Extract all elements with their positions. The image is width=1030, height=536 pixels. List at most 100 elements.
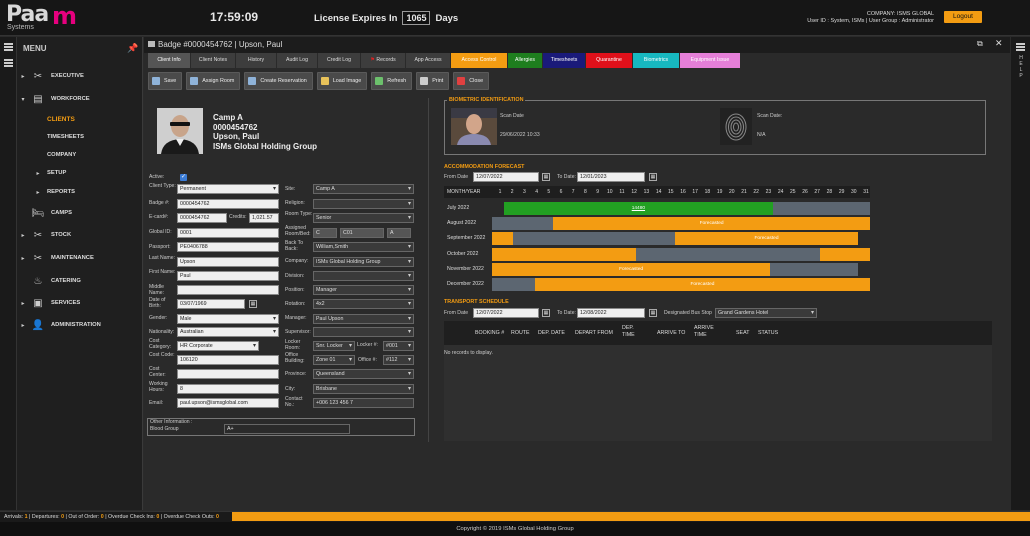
forecast-segment[interactable] bbox=[492, 247, 636, 261]
tab-client-notes[interactable]: Client Notes bbox=[191, 53, 235, 68]
blood-group-field[interactable]: A+ bbox=[224, 424, 350, 434]
tab-credit-log[interactable]: Credit Log bbox=[318, 53, 360, 68]
cost-code-field[interactable]: 106120 bbox=[177, 355, 279, 365]
province-select[interactable]: Queensland bbox=[313, 369, 414, 379]
accommodation-from-field[interactable]: 12/07/2022 bbox=[473, 172, 539, 182]
office-building-select[interactable]: Zone 01 bbox=[313, 355, 355, 365]
company-select[interactable]: ISMs Global Holding Group bbox=[313, 257, 414, 267]
column-status[interactable]: STATUS bbox=[758, 330, 778, 337]
sidebar-item-reports[interactable]: ▸ REPORTS bbox=[17, 186, 143, 198]
load-image-button[interactable]: Load Image bbox=[316, 72, 368, 90]
save-button[interactable]: Save bbox=[148, 72, 183, 90]
refresh-button[interactable]: Refresh bbox=[371, 72, 413, 90]
menu-icon[interactable] bbox=[4, 43, 13, 45]
column-arrive-time[interactable]: ARRIVE TIME bbox=[694, 325, 720, 338]
locker-number-select[interactable]: #001 bbox=[383, 341, 414, 351]
calendar-icon[interactable]: ▦ bbox=[649, 173, 657, 181]
passport-field[interactable]: PE0406788 bbox=[177, 242, 279, 252]
transport-from-field[interactable]: 12/07/2022 bbox=[473, 308, 539, 318]
forecast-segment[interactable]: Forecasted bbox=[675, 232, 858, 246]
sidebar-item-company[interactable]: COMPANY bbox=[17, 149, 143, 161]
sidebar-item-services[interactable]: ▸ ▣ SERVICES bbox=[17, 297, 143, 309]
create-reservation-button[interactable]: Create Reservation bbox=[244, 72, 313, 90]
forecast-segment[interactable]: Forecasted bbox=[553, 217, 871, 231]
site-select[interactable]: Camp A bbox=[313, 184, 414, 194]
city-select[interactable]: Brisbane bbox=[313, 384, 414, 394]
calendar-icon[interactable]: ▦ bbox=[542, 309, 550, 317]
close-button[interactable]: Close bbox=[453, 72, 490, 90]
tab-app-access[interactable]: App Access bbox=[406, 53, 450, 68]
tab-client-info[interactable]: Client Info bbox=[148, 53, 190, 68]
tab-history[interactable]: History bbox=[236, 53, 276, 68]
forecast-segment[interactable]: Forecasted bbox=[492, 262, 771, 276]
tab-quarantine[interactable]: Quarantine bbox=[586, 53, 632, 68]
transport-to-field[interactable]: 12/08/2022 bbox=[577, 308, 645, 318]
forecast-segment[interactable]: 14480 bbox=[504, 202, 773, 215]
tab-biometrics[interactable]: Biometrics bbox=[633, 53, 679, 68]
sidebar-item-timesheets[interactable]: TIMESHEETS bbox=[17, 131, 143, 143]
first-name-field[interactable]: Paul bbox=[177, 271, 279, 281]
forecast-segment[interactable] bbox=[512, 232, 675, 246]
sidebar-item-administration[interactable]: ▸ 👤 ADMINISTRATION bbox=[17, 319, 143, 331]
tab-audit-log[interactable]: Audit Log bbox=[277, 53, 317, 68]
forecast-segment[interactable] bbox=[492, 232, 513, 246]
restore-icon[interactable]: ⧉ bbox=[977, 39, 983, 49]
contact-field[interactable]: +006 123 456 7 bbox=[313, 398, 414, 408]
gender-select[interactable]: Male bbox=[177, 314, 279, 324]
dob-field[interactable]: 03/07/1969 bbox=[177, 299, 245, 309]
cost-category-select[interactable]: HR Corporate bbox=[177, 341, 259, 351]
column-seat[interactable]: SEAT bbox=[736, 330, 749, 337]
last-name-field[interactable]: Upson bbox=[177, 257, 279, 267]
calendar-icon[interactable]: ▦ bbox=[649, 309, 657, 317]
manager-select[interactable]: Paul Upson bbox=[313, 314, 414, 324]
print-button[interactable]: Print bbox=[416, 72, 450, 90]
menu-icon[interactable] bbox=[4, 59, 13, 61]
working-hours-field[interactable]: 8 bbox=[177, 384, 279, 394]
menu-icon[interactable] bbox=[1016, 43, 1025, 45]
division-select[interactable] bbox=[313, 271, 414, 281]
sidebar-item-executive[interactable]: ▸ ✂ EXECUTIVE bbox=[17, 70, 143, 82]
forecast-segment[interactable] bbox=[772, 202, 871, 215]
office-number-select[interactable]: #112 bbox=[383, 355, 414, 365]
tab-allergies[interactable]: Allergies bbox=[508, 53, 542, 68]
ecard-field[interactable]: 0000454762 bbox=[177, 213, 227, 223]
logout-button[interactable]: Logout bbox=[944, 11, 982, 23]
sidebar-item-catering[interactable]: ♨ CATERING bbox=[17, 275, 143, 287]
email-field[interactable]: paul.upson@ismsglobal.com bbox=[177, 398, 279, 408]
accommodation-to-field[interactable]: 12/01/2023 bbox=[577, 172, 645, 182]
religion-select[interactable] bbox=[313, 199, 414, 209]
calendar-icon[interactable]: ▦ bbox=[249, 300, 257, 308]
sidebar-item-stock[interactable]: ▸ ✂ STOCK bbox=[17, 229, 143, 241]
forecast-segment[interactable] bbox=[492, 278, 535, 291]
locker-room-select[interactable]: Snr. Locker bbox=[313, 341, 355, 351]
supervisor-select[interactable] bbox=[313, 327, 414, 337]
active-checkbox[interactable]: ✓ bbox=[180, 174, 187, 181]
back-to-back-select[interactable]: William,Smith bbox=[313, 242, 414, 252]
client-type-select[interactable]: Permanent bbox=[177, 184, 279, 194]
forecast-segment[interactable] bbox=[492, 217, 553, 231]
column-route[interactable]: ROUTE bbox=[511, 330, 530, 337]
tab-records[interactable]: ⚑ Records bbox=[361, 53, 405, 68]
column-depart-from[interactable]: DEPART FROM bbox=[575, 330, 613, 337]
middle-name-field[interactable] bbox=[177, 285, 279, 295]
cost-center-field[interactable] bbox=[177, 369, 279, 379]
sidebar-item-workforce[interactable]: ▾ ▤ WORKFORCE bbox=[17, 93, 143, 105]
forecast-segment[interactable] bbox=[770, 262, 858, 276]
tab-timesheets[interactable]: Timesheets bbox=[543, 53, 585, 68]
tab-access-control[interactable]: Access Control bbox=[451, 53, 507, 68]
nationality-select[interactable]: Australian bbox=[177, 327, 279, 337]
forecast-segment[interactable]: Forecasted bbox=[534, 278, 871, 291]
position-select[interactable]: Manager bbox=[313, 285, 414, 295]
room-type-select[interactable]: Senior bbox=[313, 213, 414, 223]
forecast-segment[interactable] bbox=[820, 247, 871, 261]
sidebar-item-camps[interactable]: 🛏 CAMPS bbox=[17, 207, 143, 219]
rotation-select[interactable]: 4x2 bbox=[313, 299, 414, 309]
pin-icon[interactable]: 📌 bbox=[127, 43, 138, 54]
sidebar-item-maintenance[interactable]: ▸ ✂ MAINTENANCE bbox=[17, 252, 143, 264]
bus-stop-select[interactable]: Grand Gardens Hotel bbox=[715, 308, 817, 318]
global-id-field[interactable]: 0001 bbox=[177, 228, 279, 238]
forecast-segment[interactable] bbox=[635, 247, 821, 261]
column-dep-time[interactable]: DEP. TIME bbox=[622, 325, 640, 338]
sidebar-item-clients[interactable]: CLIENTS bbox=[17, 113, 143, 125]
assign-room-button[interactable]: Assign Room bbox=[186, 72, 241, 90]
